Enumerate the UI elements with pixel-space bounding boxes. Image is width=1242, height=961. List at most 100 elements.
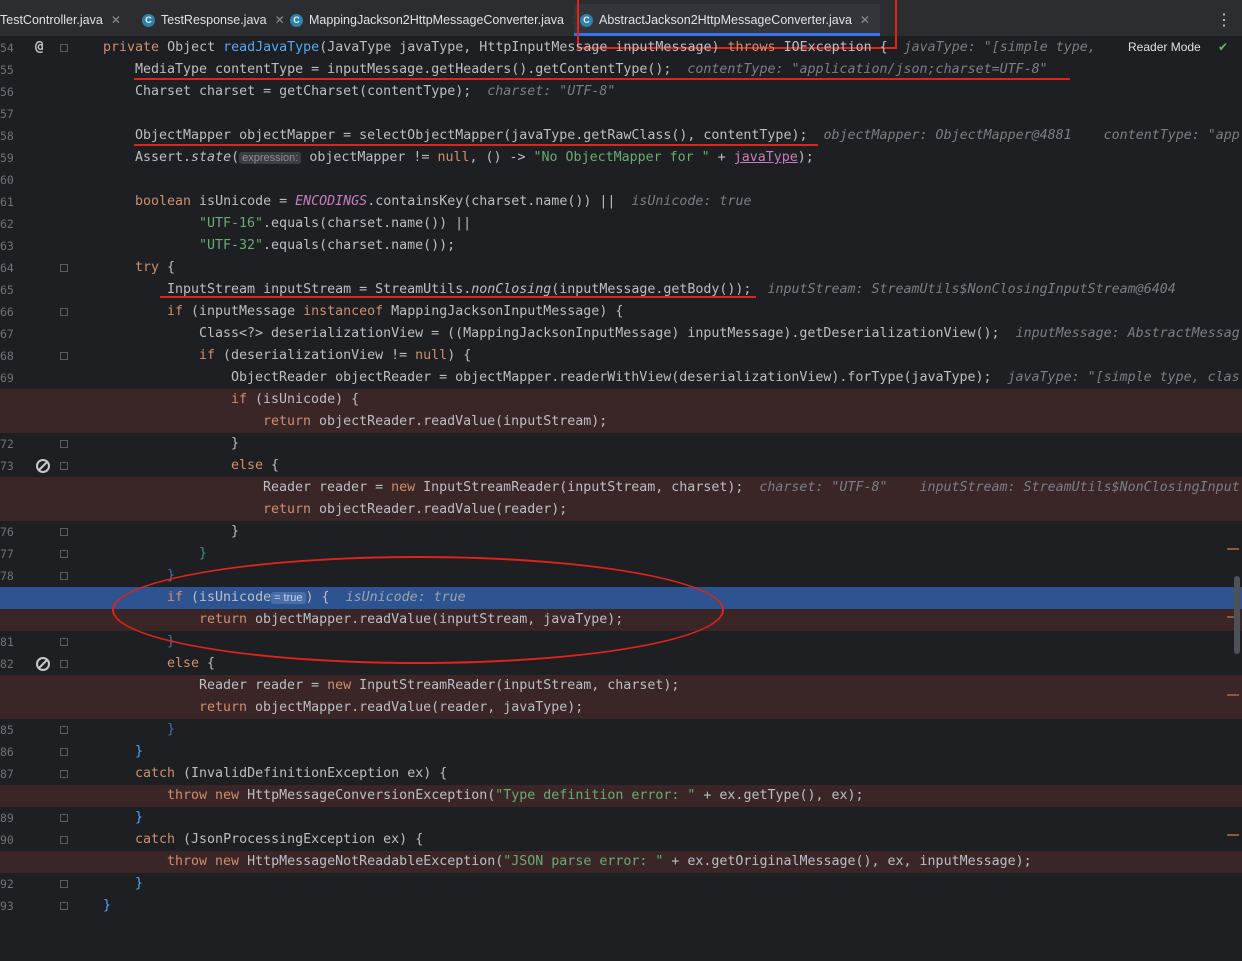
code-text: HttpMessageConversionException( — [239, 788, 496, 803]
keyword: new — [215, 854, 240, 869]
code-text: (isUnicode — [183, 590, 272, 605]
code-text: } — [231, 524, 240, 539]
code-line-55: MediaType contentType = inputMessage.get… — [0, 59, 1242, 81]
code-text: ObjectMapper objectMapper = selectObject… — [135, 128, 808, 143]
code-line-62: "UTF-16".equals(charset.name()) || — [0, 213, 1242, 235]
keyword: throws — [727, 40, 776, 55]
tab-testresponse[interactable]: C TestResponse.java ✕ — [142, 4, 285, 36]
static-field: ENCODINGS — [295, 194, 368, 209]
code-text: , () -> — [469, 150, 534, 165]
keyword: if — [231, 392, 248, 407]
class-icon: C — [580, 13, 593, 27]
code-line-73: else { — [0, 455, 1242, 477]
code-line-69: ObjectReader objectReader = objectMapper… — [0, 367, 1242, 389]
code-text: (InvalidDefinitionException ex) { — [175, 766, 448, 781]
code-text: Charset charset = getCharset(contentType… — [135, 84, 472, 99]
code-text: Reader reader = — [199, 678, 328, 693]
keyword: return — [263, 414, 312, 429]
code-text: + — [709, 150, 734, 165]
code-text: .equals(charset.name()) || — [263, 216, 472, 231]
code-text: { — [199, 656, 216, 671]
code-text: MappingJacksonInputMessage) { — [383, 304, 624, 319]
tab-mappingjackson2httpmessageconverter[interactable]: C MappingJackson2HttpMessageConverter.ja… — [290, 4, 582, 36]
code-line-93: } — [0, 895, 1242, 917]
code-line-64: try { — [0, 257, 1242, 279]
code-text: HttpMessageNotReadableException( — [239, 854, 504, 869]
keyword: new — [215, 788, 240, 803]
close-icon[interactable]: ✕ — [860, 13, 870, 27]
code-line-83: Reader reader = new InputStreamReader(in… — [0, 675, 1242, 697]
inline-value-chip: = true — [271, 592, 306, 604]
keyword: try — [135, 260, 160, 275]
scroll-marker — [1227, 834, 1239, 836]
code-line-92: } — [0, 873, 1242, 895]
code-text: { — [263, 458, 280, 473]
code-text: .equals(charset.name()); — [263, 238, 456, 253]
code-line-67: Class<?> deserializationView = ((Mapping… — [0, 323, 1242, 345]
keyword: catch — [135, 832, 176, 847]
tab-testcontroller[interactable]: TestController.java ✕ — [0, 4, 121, 36]
close-icon[interactable]: ✕ — [111, 13, 121, 27]
debug-inline-value: javaType: "[simple type, — [903, 40, 1096, 55]
code-text: } — [199, 546, 208, 561]
exception-type: IOException { — [783, 40, 888, 55]
code-text: (inputMessage.getBody()); — [551, 282, 752, 297]
code-line-63: "UTF-32".equals(charset.name()); — [0, 235, 1242, 257]
code-text: isUnicode = — [191, 194, 296, 209]
code-text: Reader reader = — [263, 480, 392, 495]
code-text: objectReader.readValue(reader); — [311, 502, 568, 517]
debug-inline-value: isUnicode: true — [631, 194, 752, 209]
code-text: ( — [231, 150, 240, 165]
code-text: .containsKey(charset.name()) || — [367, 194, 616, 209]
reader-mode-button[interactable]: Reader Mode — [1128, 40, 1201, 54]
tab-label: TestController.java — [0, 13, 103, 27]
close-icon[interactable]: ✕ — [275, 13, 285, 27]
code-text: + ex.getType(), ex); — [695, 788, 864, 803]
string-literal: "JSON parse error: " — [503, 854, 664, 869]
tab-label: TestResponse.java — [161, 13, 267, 27]
code-line-81: } — [0, 631, 1242, 653]
code-text: } — [103, 898, 112, 913]
keyword: new — [327, 678, 352, 693]
string-literal: "UTF-16" — [199, 216, 264, 231]
debug-inline-value: charset: "UTF-8" inputStream: StreamUtil… — [759, 480, 1240, 495]
code-text: Assert. — [135, 150, 192, 165]
code-line-54: private Object readJavaType(JavaType jav… — [0, 37, 1242, 59]
inspection-ok-icon[interactable]: ✔ — [1218, 40, 1228, 54]
code-text: (JsonProcessingException ex) { — [175, 832, 424, 847]
code-text: Class<?> deserializationView = ((Mapping… — [199, 326, 1000, 341]
code-line-77: } — [0, 543, 1242, 565]
static-method: nonClosing — [471, 282, 552, 297]
static-method: state — [191, 150, 232, 165]
debug-inline-value: contentType: "application/json;charset=U… — [687, 62, 1048, 77]
string-literal: "UTF-32" — [199, 238, 264, 253]
code-line-86: } — [0, 741, 1242, 763]
code-text: } — [135, 810, 144, 825]
code-text: (deserializationView != — [215, 348, 416, 363]
code-text: } — [135, 876, 144, 891]
keyword: throw — [167, 788, 208, 803]
keyword: boolean — [135, 194, 192, 209]
code-text: objectMapper.readValue(inputStream, java… — [247, 612, 624, 627]
code-line-72: } — [0, 433, 1242, 455]
debug-inline-value: javaType: "[simple type, clas — [1007, 370, 1240, 385]
debug-inline-value: isUnicode: true — [345, 590, 466, 605]
code-line-80: return objectMapper.readValue(inputStrea… — [0, 609, 1242, 631]
debug-inline-value: charset: "UTF-8" — [487, 84, 616, 99]
code-line-88: throw new HttpMessageConversionException… — [0, 785, 1242, 807]
code-text: MediaType contentType = inputMessage.get… — [135, 62, 672, 77]
keyword: return — [199, 700, 248, 715]
code-line-89: } — [0, 807, 1242, 829]
keyword: else — [167, 656, 200, 671]
code-line-78: } — [0, 565, 1242, 587]
tab-abstractjackson2httpmessageconverter[interactable]: C AbstractJackson2HttpMessageConverter.j… — [574, 4, 880, 36]
code-text: } — [167, 568, 176, 583]
code-text: } — [167, 722, 176, 737]
code-text: (inputMessage — [183, 304, 304, 319]
code-editor[interactable]: private Object readJavaType(JavaType jav… — [0, 37, 1242, 925]
vertical-scrollbar[interactable] — [1234, 576, 1240, 654]
keyword: return — [199, 612, 248, 627]
more-tabs-icon[interactable]: ⋮ — [1216, 10, 1232, 30]
code-line-76: } — [0, 521, 1242, 543]
code-line-56: Charset charset = getCharset(contentType… — [0, 81, 1242, 103]
